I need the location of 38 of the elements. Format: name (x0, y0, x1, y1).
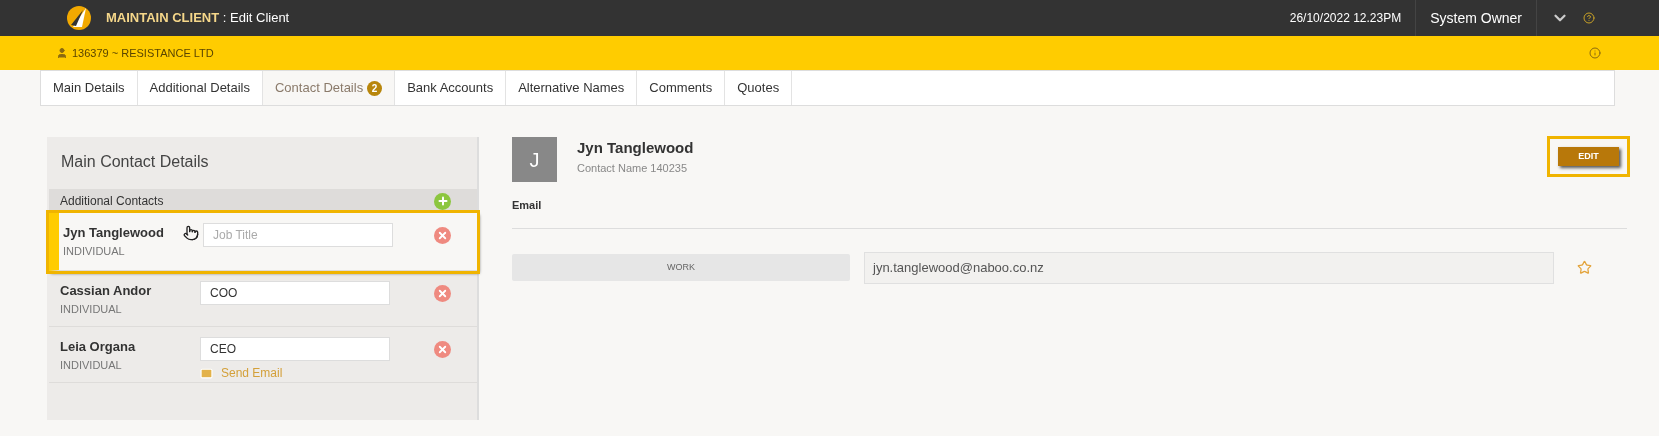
info-icon[interactable] (1589, 47, 1601, 59)
edit-button[interactable]: EDIT (1558, 147, 1619, 166)
logo-icon (66, 5, 92, 31)
subheader-title: Additional Contacts (60, 193, 164, 210)
contact-row[interactable]: Cassian Andor INDIVIDUAL COO (49, 271, 477, 327)
contact-name: Leia Organa (60, 338, 136, 356)
user-icon (56, 47, 68, 59)
remove-icon[interactable] (434, 227, 451, 244)
contact-type: INDIVIDUAL (60, 301, 122, 317)
email-field[interactable]: jyn.tanglewood@naboo.co.nz (864, 251, 1554, 284)
add-icon[interactable] (434, 192, 451, 210)
contact-row[interactable]: Jyn Tanglewood INDIVIDUAL Job Title (49, 213, 477, 271)
remove-icon[interactable] (434, 341, 451, 358)
tab[interactable]: Contact Details 2 (263, 71, 396, 105)
contact-name: Jyn Tanglewood (63, 224, 164, 242)
contact-name: Cassian Andor (60, 282, 152, 300)
email-type-label: WORK (512, 254, 850, 281)
contact-subtitle: Contact Name 140235 (577, 160, 689, 176)
contact-heading: Jyn Tanglewood (577, 138, 694, 158)
star-icon[interactable] (1577, 260, 1592, 275)
user-name[interactable]: System Owner (1416, 7, 1536, 29)
contact-type: INDIVIDUAL (63, 243, 125, 259)
avatar: J (512, 137, 557, 182)
contact-row[interactable]: Leia Organa INDIVIDUAL CEO Send Email (49, 327, 477, 383)
mail-icon (200, 366, 213, 380)
hand-cursor-icon (183, 225, 199, 241)
contact-type: INDIVIDUAL (60, 357, 122, 373)
date-time: 26/10/2022 12.23PM (1288, 10, 1403, 27)
count-badge: 2 (367, 80, 383, 96)
job-title-field[interactable]: CEO (200, 337, 390, 361)
remove-icon[interactable] (434, 285, 451, 302)
section-label: Email (512, 198, 543, 213)
job-title-field[interactable]: COO (200, 281, 390, 305)
client-name: 136379 ~ RESISTANCE LTD (72, 45, 214, 61)
job-title-field[interactable]: Job Title (203, 223, 393, 247)
page-title: MAINTAIN CLIENT : Edit Client (106, 9, 290, 28)
panel-title: Main Contact Details (61, 152, 209, 172)
help-icon[interactable] (1583, 12, 1595, 24)
